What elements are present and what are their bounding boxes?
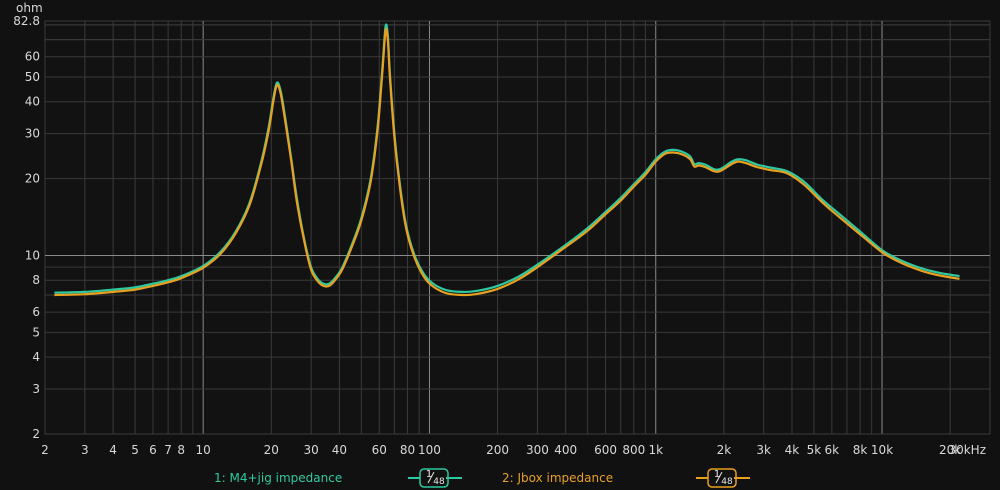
x-tick-label: 20	[264, 443, 279, 457]
y-tick-label: 60	[25, 50, 40, 64]
x-tick-label: 6k	[825, 443, 840, 457]
x-tick-label: 60	[372, 443, 387, 457]
x-tick-label: 10k	[871, 443, 893, 457]
y-tick-label: 40	[25, 95, 40, 109]
y-tick-label: 20	[25, 172, 40, 186]
x-tick-label: 40	[332, 443, 347, 457]
x-tick-label: 80	[400, 443, 415, 457]
x-tick-label: 200	[486, 443, 509, 457]
x-tick-label: 400	[554, 443, 577, 457]
svg-text:48: 48	[721, 477, 733, 487]
x-tick-label: 4k	[785, 443, 800, 457]
y-tick-label: 50	[25, 70, 40, 84]
x-tick-label: 6	[149, 443, 157, 457]
legend-label-2: 2: Jbox impedance	[502, 471, 613, 485]
svg-text:1: 1	[426, 469, 432, 480]
x-tick-label: 30	[303, 443, 318, 457]
y-axis-label: ohm	[16, 1, 43, 15]
impedance-chart: 2 3 4 5 6 8 10 20 30 40 50 60 82.8 2 3 4 5 6 7 8 10 20 30 40 60…	[0, 0, 1000, 490]
x-tick-label: 7	[164, 443, 172, 457]
y-tick-label: 5	[32, 325, 40, 339]
legend: 1: M4+jig impedance 148 2: Jbox impedance 1…	[214, 468, 750, 488]
smoothing-badge-1[interactable]: 148	[408, 468, 462, 488]
y-tick-label: 3	[32, 382, 40, 396]
x-tick-label: 100	[418, 443, 441, 457]
x-tick-label: 1k	[648, 443, 663, 457]
y-tick-label: 6	[32, 305, 40, 319]
legend-label-1: 1: M4+jig impedance	[214, 471, 342, 485]
x-tick-label: 8k	[853, 443, 868, 457]
x-tick-label: 8	[177, 443, 185, 457]
plot-area	[44, 20, 991, 435]
x-tick-label: 300	[526, 443, 549, 457]
x-tick-label: 5	[131, 443, 139, 457]
smoothing-badge-2[interactable]: 148	[696, 468, 750, 488]
x-tick-label: 4	[109, 443, 117, 457]
chart-canvas: 23456810203040506082.8 2 3 4 5 6 7 8 10 20 30 40 60…	[13, 1, 991, 488]
x-tick-label: 2k	[717, 443, 732, 457]
y-tick-label: 30	[25, 127, 40, 141]
svg-text:48: 48	[433, 477, 445, 487]
y-tick-label: 2	[32, 427, 40, 441]
x-tick-label: 30kHz	[948, 443, 986, 457]
x-tick-label: 800	[622, 443, 645, 457]
x-tick-label: 2	[41, 443, 49, 457]
svg-text:1: 1	[714, 469, 720, 480]
y-tick-labels: 2 3 4 5 6 8 10 20 30 40 50 60 82.8	[13, 14, 40, 441]
y-tick-label: 10	[25, 248, 40, 262]
y-tick-label: 4	[32, 350, 40, 364]
x-tick-label: 600	[594, 443, 617, 457]
x-tick-label: 10	[196, 443, 211, 457]
grid-lines	[44, 20, 991, 435]
x-tick-label: 5k	[807, 443, 822, 457]
y-tick-label: 82.8	[13, 14, 40, 28]
y-tick-label: 8	[32, 273, 40, 287]
x-tick-labels: 2 3 4 5 6 7 8 10 20 30 40 60 80 100 200 300 400 600 800 1k 2…	[41, 443, 986, 457]
x-tick-label: 3k	[756, 443, 771, 457]
x-tick-label: 3	[81, 443, 89, 457]
